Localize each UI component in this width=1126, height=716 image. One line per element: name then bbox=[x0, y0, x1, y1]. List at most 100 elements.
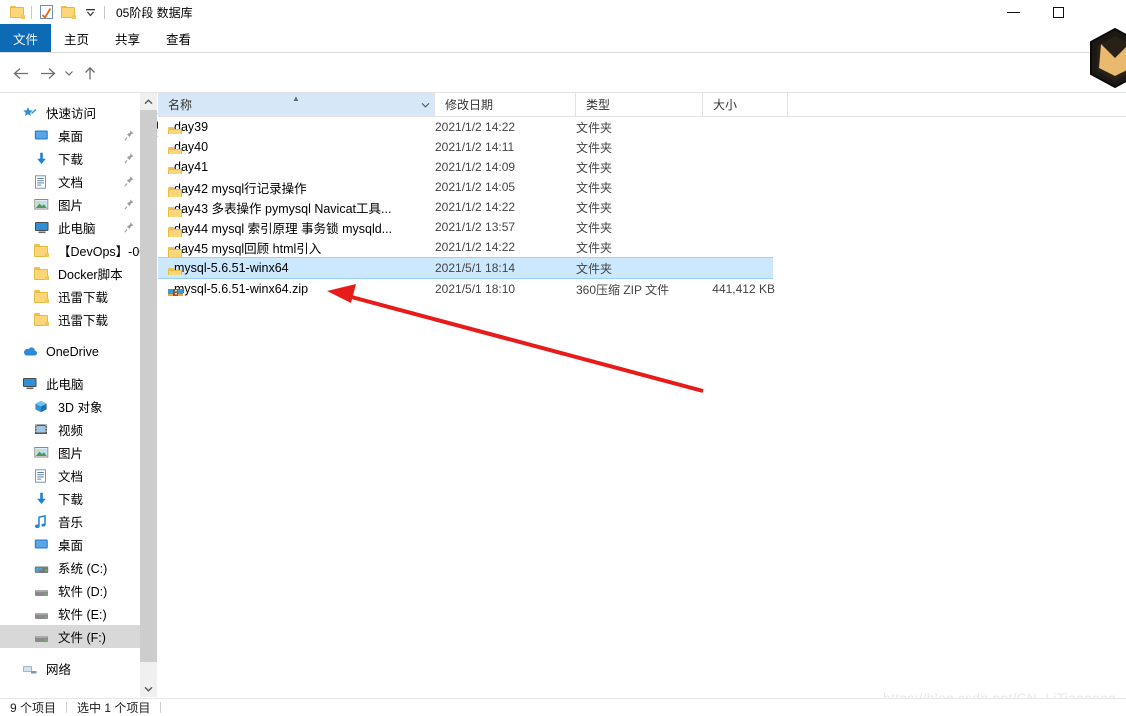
sidebar-item-desktop-pc[interactable]: 桌面 bbox=[0, 533, 140, 556]
file-name-cell[interactable]: day45 mysql回顾 html引入 bbox=[168, 238, 321, 257]
sidebar-group-quick-access[interactable]: 快速访问 bbox=[0, 101, 140, 124]
folder-icon bbox=[34, 289, 53, 305]
file-explorer-window: 05阶段 数据库 文件 主页 共享 查看 快速访问 桌面 下载 文档 图片 此电… bbox=[0, 0, 1126, 716]
forward-arrow-icon[interactable] bbox=[34, 61, 60, 85]
file-date-cell: 2021/5/1 18:10 bbox=[435, 282, 516, 296]
tab-file[interactable]: 文件 bbox=[0, 24, 52, 52]
chevron-down-icon[interactable] bbox=[421, 93, 430, 116]
sidebar-item-videos[interactable]: 视频 bbox=[0, 418, 140, 441]
scroll-down-icon[interactable] bbox=[140, 680, 157, 697]
sidebar-item-music[interactable]: 音乐 bbox=[0, 510, 140, 533]
sidebar-item-drive-d[interactable]: 软件 (D:) bbox=[0, 579, 140, 602]
tab-share[interactable]: 共享 bbox=[102, 24, 153, 52]
sidebar-item-label: 文档 bbox=[58, 176, 84, 190]
sidebar-scrollbar[interactable] bbox=[140, 93, 157, 697]
table-row[interactable]: day44 mysql 索引原理 事务锁 mysqld... 2021/1/2 … bbox=[158, 217, 1126, 237]
tab-view[interactable]: 查看 bbox=[153, 24, 204, 52]
file-name-cell[interactable]: mysql-5.6.51-winx64 bbox=[168, 261, 289, 275]
sidebar-item-downloads-pc[interactable]: 下载 bbox=[0, 487, 140, 510]
table-row[interactable]: day42 mysql行记录操作 2021/1/2 14:05 文件夹 bbox=[158, 177, 1126, 197]
videos-icon bbox=[34, 422, 53, 438]
scroll-up-icon[interactable] bbox=[140, 93, 157, 110]
pin-icon[interactable] bbox=[124, 199, 134, 210]
file-type-cell: 文件夹 bbox=[576, 200, 613, 215]
sidebar-item-drive-f[interactable]: 文件 (F:) bbox=[0, 625, 140, 648]
table-row[interactable]: day41 2021/1/2 14:09 文件夹 bbox=[158, 157, 1126, 177]
scrollbar-thumb[interactable] bbox=[140, 110, 157, 662]
sidebar-item-label: 桌面 bbox=[58, 539, 84, 553]
sidebar-item-label: 音乐 bbox=[58, 516, 84, 530]
file-name-cell[interactable]: day42 mysql行记录操作 bbox=[168, 178, 307, 197]
close-button[interactable] bbox=[1081, 0, 1126, 24]
file-name-cell[interactable]: day43 多表操作 pymysql Navicat工具... bbox=[168, 198, 391, 217]
folder-icon[interactable] bbox=[6, 1, 28, 23]
file-rows: day39 2021/1/2 14:22 文件夹 day40 2021/1/2 … bbox=[158, 117, 1126, 299]
sidebar-group-onedrive[interactable]: OneDrive bbox=[0, 340, 140, 363]
sidebar-group-network[interactable]: 网络 bbox=[0, 657, 140, 680]
minimize-button[interactable] bbox=[991, 0, 1036, 24]
file-type-cell: 文件夹 bbox=[576, 120, 613, 135]
sidebar-item-thunder-download-2[interactable]: 迅雷下载 bbox=[0, 308, 140, 331]
file-name-label: day45 mysql回顾 html引入 bbox=[174, 241, 322, 256]
navigation-buttons bbox=[8, 61, 103, 85]
table-row[interactable]: day40 2021/1/2 14:11 文件夹 bbox=[158, 137, 1126, 157]
recent-locations-icon[interactable] bbox=[60, 61, 77, 85]
pin-icon[interactable] bbox=[124, 222, 134, 233]
sidebar-item-pictures-pc[interactable]: 图片 bbox=[0, 441, 140, 464]
sidebar-item-drive-c[interactable]: 系统 (C:) bbox=[0, 556, 140, 579]
drive-icon bbox=[34, 583, 53, 599]
sidebar-group-label: 快速访问 bbox=[46, 107, 97, 121]
pin-icon[interactable] bbox=[124, 176, 134, 187]
sidebar-item-drive-e[interactable]: 软件 (E:) bbox=[0, 602, 140, 625]
column-header-type[interactable]: 类型 bbox=[576, 93, 703, 116]
sidebar-item-3d-objects[interactable]: 3D 对象 bbox=[0, 395, 140, 418]
status-bar: 9 个项目 选中 1 个项目 bbox=[0, 698, 1126, 716]
pin-icon[interactable] bbox=[124, 130, 134, 141]
window-controls bbox=[991, 0, 1126, 24]
pictures-icon bbox=[34, 197, 53, 213]
sidebar-item-devops[interactable]: 【DevOps】-00 bbox=[0, 239, 140, 262]
sidebar-item-documents[interactable]: 文档 bbox=[0, 170, 140, 193]
file-name-cell[interactable]: mysql-5.6.51-winx64.zip bbox=[168, 282, 308, 296]
up-arrow-icon[interactable] bbox=[77, 61, 103, 85]
sidebar-item-docker-scripts[interactable]: Docker脚本 bbox=[0, 262, 140, 285]
table-row[interactable]: day39 2021/1/2 14:22 文件夹 bbox=[158, 117, 1126, 137]
sidebar-group-this-pc[interactable]: 此电脑 bbox=[0, 372, 140, 395]
download-icon bbox=[34, 151, 53, 167]
sidebar-item-documents-pc[interactable]: 文档 bbox=[0, 464, 140, 487]
file-name-cell[interactable]: day41 bbox=[168, 160, 208, 174]
file-name-cell[interactable]: day39 bbox=[168, 120, 208, 134]
window-title: 05阶段 数据库 bbox=[116, 5, 193, 20]
new-folder-icon[interactable] bbox=[57, 1, 79, 23]
column-header-name[interactable]: ▲ 名称 bbox=[158, 93, 435, 116]
back-arrow-icon[interactable] bbox=[8, 61, 34, 85]
table-row[interactable]: day45 mysql回顾 html引入 2021/1/2 14:22 文件夹 bbox=[158, 237, 1126, 257]
column-header-size[interactable]: 大小 bbox=[703, 93, 788, 116]
table-row[interactable]: mysql-5.6.51-winx64.zip 2021/5/1 18:10 3… bbox=[158, 279, 1126, 299]
file-name-cell[interactable]: day40 bbox=[168, 140, 208, 154]
file-date-cell: 2021/1/2 14:11 bbox=[435, 140, 515, 154]
sidebar-item-label: Docker脚本 bbox=[58, 268, 123, 282]
properties-icon[interactable] bbox=[35, 1, 57, 23]
maximize-button[interactable] bbox=[1036, 0, 1081, 24]
column-header-date[interactable]: 修改日期 bbox=[435, 93, 576, 116]
sidebar-item-desktop[interactable]: 桌面 bbox=[0, 124, 140, 147]
sidebar-item-downloads[interactable]: 下载 bbox=[0, 147, 140, 170]
sidebar-item-label: 迅雷下载 bbox=[58, 314, 109, 328]
sidebar-item-thunder-download-1[interactable]: 迅雷下载 bbox=[0, 285, 140, 308]
computer-icon bbox=[22, 376, 41, 392]
sidebar-item-this-pc[interactable]: 此电脑 bbox=[0, 216, 140, 239]
sidebar-item-label: 文件 (F:) bbox=[58, 631, 106, 645]
sidebar-item-pictures[interactable]: 图片 bbox=[0, 193, 140, 216]
file-date-cell: 2021/1/2 14:22 bbox=[435, 240, 516, 254]
sidebar-item-label: 视频 bbox=[58, 424, 84, 438]
customize-dropdown-icon[interactable] bbox=[79, 1, 101, 23]
tab-home[interactable]: 主页 bbox=[51, 24, 102, 52]
table-row-selected[interactable]: mysql-5.6.51-winx64 2021/5/1 18:14 文件夹 bbox=[158, 257, 773, 279]
table-row[interactable]: day43 多表操作 pymysql Navicat工具... 2021/1/2… bbox=[158, 197, 1126, 217]
sidebar-item-label: 3D 对象 bbox=[58, 401, 103, 415]
file-name-cell[interactable]: day44 mysql 索引原理 事务锁 mysqld... bbox=[168, 218, 392, 237]
pin-icon[interactable] bbox=[124, 153, 134, 164]
star-pin-icon bbox=[22, 105, 41, 121]
sidebar-item-label: 【DevOps】-00 bbox=[58, 245, 140, 259]
